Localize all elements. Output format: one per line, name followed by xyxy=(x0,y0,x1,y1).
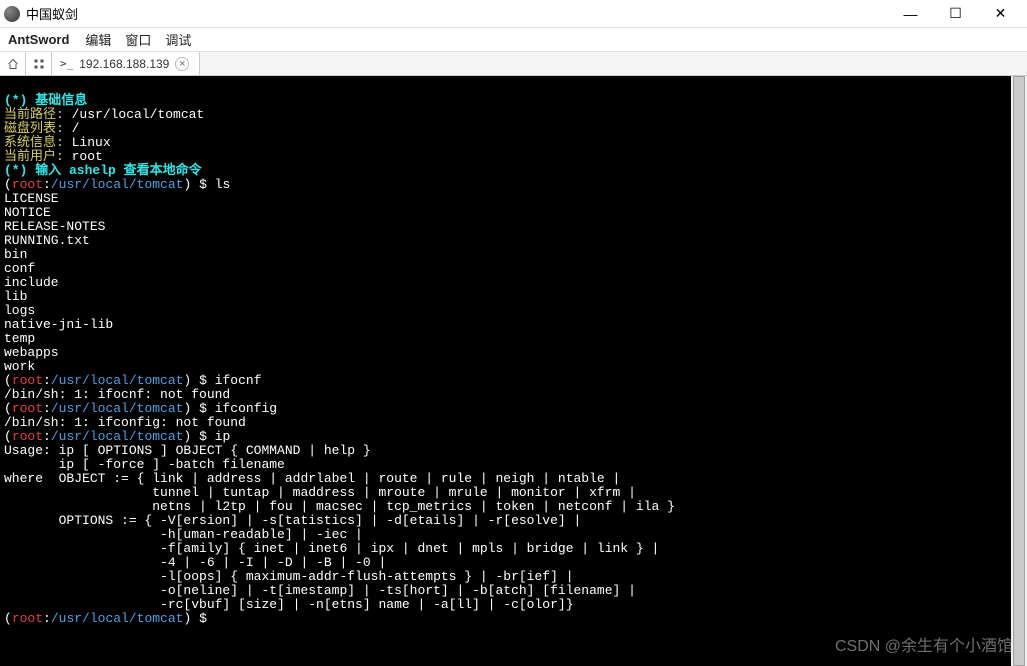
cmd-ifconfig: ifconfig xyxy=(215,401,277,416)
tab-home-button[interactable] xyxy=(0,52,26,75)
info-sys-value: Linux xyxy=(72,135,111,150)
window-title: 中国蚁剑 xyxy=(26,4,78,23)
window-minimize-button[interactable]: — xyxy=(888,0,933,28)
info-user-label: 当前用户: xyxy=(4,149,72,164)
vertical-scrollbar[interactable] xyxy=(1011,76,1027,666)
terminal-icon: >_ xyxy=(60,57,73,70)
section-basic-info: (*) 基础信息 xyxy=(4,93,87,108)
menu-debug[interactable]: 调试 xyxy=(165,30,191,49)
tab-label: 192.168.188.139 xyxy=(79,57,169,71)
tab-grid-button[interactable] xyxy=(26,52,52,75)
cmd-ifconfig-out: /bin/sh: 1: ifconfig: not found xyxy=(4,415,246,430)
window-titlebar: 中国蚁剑 — ☐ ✕ xyxy=(0,0,1027,28)
cmd-ifocnf-out: /bin/sh: 1: ifocnf: not found xyxy=(4,387,230,402)
window-maximize-button[interactable]: ☐ xyxy=(933,0,978,28)
cmd-ip-out: Usage: ip [ OPTIONS ] OBJECT { COMMAND |… xyxy=(4,443,675,612)
terminal-area[interactable]: (*) 基础信息 当前路径: /usr/local/tomcat 磁盘列表: /… xyxy=(0,76,1027,666)
app-icon xyxy=(4,6,20,22)
info-sys-label: 系统信息: xyxy=(4,135,72,150)
info-path-value: /usr/local/tomcat xyxy=(72,107,205,122)
menu-window[interactable]: 窗口 xyxy=(125,30,151,49)
scrollbar-thumb[interactable] xyxy=(1013,76,1025,666)
menubar: AntSword 编辑 窗口 调试 xyxy=(0,28,1027,52)
info-path-label: 当前路径: xyxy=(4,107,72,122)
terminal-output: (*) 基础信息 当前路径: /usr/local/tomcat 磁盘列表: /… xyxy=(0,76,1027,630)
info-user-value: root xyxy=(72,149,103,164)
section-ashelp: (*) 输入 ashelp 查看本地命令 xyxy=(4,163,202,178)
window-close-button[interactable]: ✕ xyxy=(978,0,1023,28)
info-disk-label: 磁盘列表: xyxy=(4,121,72,136)
info-disk-value: / xyxy=(72,121,80,136)
cmd-ls: ls xyxy=(215,177,231,192)
cmd-ifocnf: ifocnf xyxy=(215,373,262,388)
menu-edit[interactable]: 编辑 xyxy=(85,30,111,49)
ls-output: LICENSE NOTICE RELEASE-NOTES RUNNING.txt… xyxy=(4,191,113,374)
tab-close-icon[interactable]: × xyxy=(175,57,189,71)
cmd-ip: ip xyxy=(215,429,231,444)
tab-terminal[interactable]: >_ 192.168.188.139 × xyxy=(52,52,200,75)
tabbar: >_ 192.168.188.139 × xyxy=(0,52,1027,76)
app-brand: AntSword xyxy=(8,32,69,47)
